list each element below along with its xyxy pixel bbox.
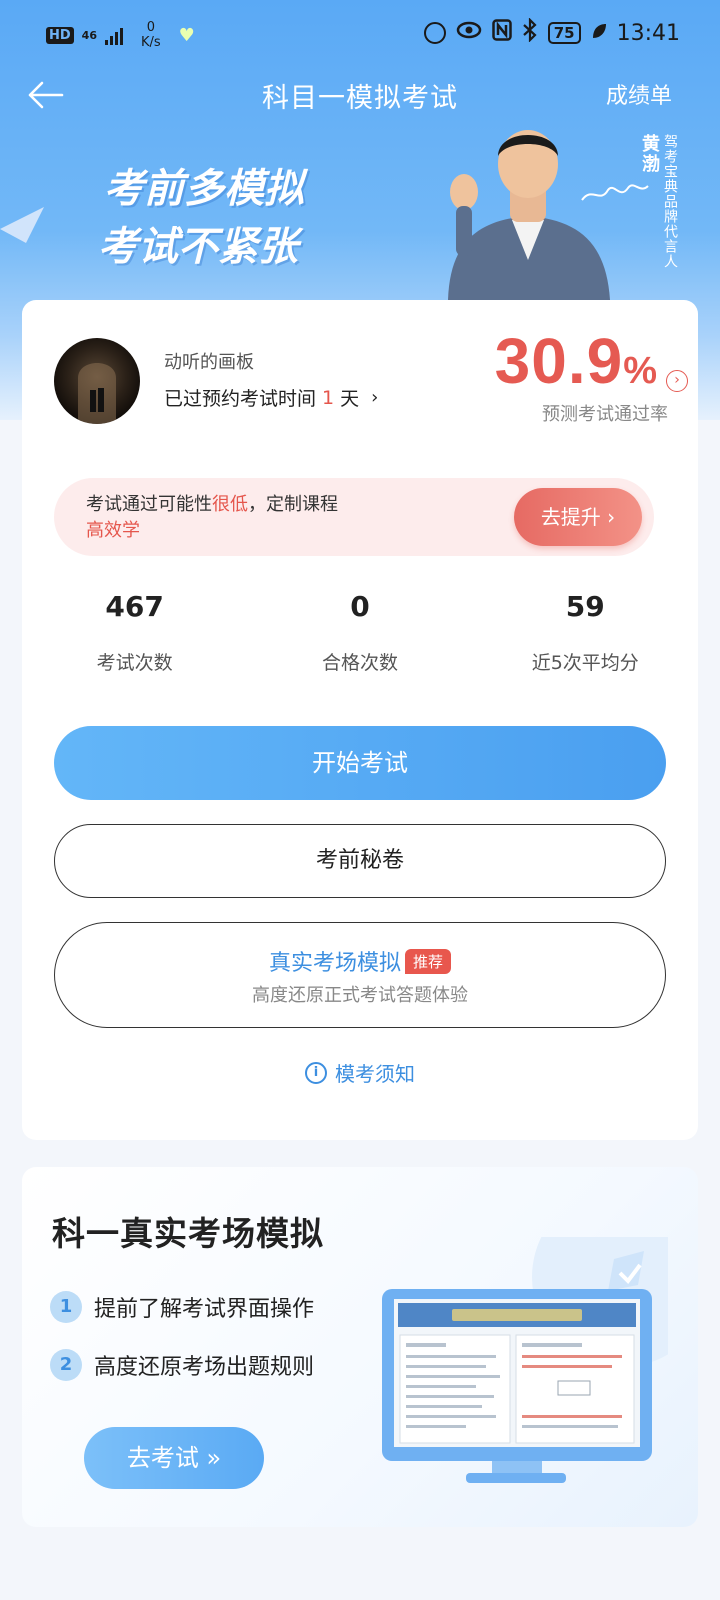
endorser-name: 黄渤 xyxy=(639,134,660,174)
exam-card: 动听的画板 已过预约考试时间 1 天 › 30.9% › 预测考试通过率 考试通… xyxy=(22,300,698,1140)
bluetooth-icon xyxy=(522,17,538,48)
battery-icon: 75 xyxy=(547,22,581,44)
exam-time-days: 1 xyxy=(322,386,335,409)
tip-highlight-efficient: 高效学 xyxy=(86,520,140,541)
chevron-right-icon: › xyxy=(607,505,616,529)
improve-button[interactable]: 去提升 › xyxy=(514,488,642,546)
real-exam-title: 真实考场模拟 xyxy=(268,951,401,976)
exam-notice-label: 模考须知 xyxy=(335,1062,415,1086)
pass-rate-value: 30.9% xyxy=(495,324,658,398)
banner-line-1: 考前多模拟 xyxy=(104,166,304,212)
tip-middle: ，定制课程 xyxy=(248,494,338,515)
go-exam-button[interactable]: 去考试 » xyxy=(84,1427,264,1489)
stat-label: 考试次数 xyxy=(96,652,173,674)
exam-time-prefix: 已过预约考试时间 xyxy=(164,388,317,410)
recommend-badge: 推荐 xyxy=(405,948,452,974)
stat-exam-count: 467 考试次数 xyxy=(22,590,247,675)
eye-icon xyxy=(456,19,482,47)
info-icon: i xyxy=(305,1061,327,1084)
speed-unit: K/s xyxy=(140,35,161,50)
promo-feature-1: 1 提前了解考试界面操作 xyxy=(50,1291,314,1323)
tip-highlight-low: 很低 xyxy=(212,494,248,515)
paper-plane-decoration xyxy=(0,207,44,243)
leaf-icon xyxy=(591,21,607,46)
go-exam-label: 去考试 xyxy=(126,1444,199,1472)
exam-stats: 467 考试次数 0 合格次数 59 近5次平均分 xyxy=(22,590,698,675)
chevron-right-icon: › xyxy=(371,387,379,408)
feature-number: 2 xyxy=(50,1349,82,1381)
user-name: 动听的画板 xyxy=(164,352,254,373)
improve-tip-bar: 考试通过可能性很低，定制课程 高效学 去提升 › xyxy=(54,478,654,556)
real-exam-title-row: 真实考场模拟 推荐 xyxy=(268,945,452,977)
status-bar: HD 46 0 K/s ♥ 75 13:41 xyxy=(0,0,720,70)
network-type: 46 xyxy=(81,28,97,42)
nav-bar: 科目一模拟考试 成绩单 xyxy=(0,70,720,120)
stat-pass-count: 0 合格次数 xyxy=(247,590,472,675)
status-left: HD 46 0 K/s ♥ xyxy=(46,20,195,50)
endorser-signature xyxy=(581,184,649,201)
double-chevron-right-icon: » xyxy=(206,1444,222,1472)
clock-time: 13:41 xyxy=(616,20,680,46)
status-right: 75 13:41 xyxy=(423,17,680,48)
pass-rate-unit: % xyxy=(623,350,658,392)
score-report-link[interactable]: 成绩单 xyxy=(606,78,672,110)
chevron-right-circle-icon[interactable]: › xyxy=(666,370,688,392)
real-exam-simulation-button[interactable]: 真实考场模拟 推荐 高度还原正式考试答题体验 xyxy=(54,922,666,1028)
hd-badge: HD xyxy=(46,26,74,44)
stat-value: 0 xyxy=(350,590,370,623)
nfc-icon xyxy=(491,19,512,47)
start-exam-button[interactable]: 开始考试 xyxy=(54,726,666,800)
feature-text: 高度还原考场出题规则 xyxy=(94,1355,315,1380)
stat-average-score: 59 近5次平均分 xyxy=(473,590,698,675)
pass-rate-number: 30.9 xyxy=(494,325,624,397)
nfc-ring-icon xyxy=(423,22,446,44)
banner-line-2: 考试不紧张 xyxy=(98,224,298,270)
promo-title: 科一真实考场模拟 xyxy=(52,1214,324,1253)
exam-time-status[interactable]: 已过预约考试时间 1 天 › xyxy=(164,384,378,411)
promo-feature-2: 2 高度还原考场出题规则 xyxy=(50,1349,314,1381)
network-speed: 0 K/s xyxy=(141,20,161,50)
computer-monitor-illustration xyxy=(382,1237,668,1483)
tip-prefix: 考试通过可能性 xyxy=(86,494,212,515)
stat-label: 近5次平均分 xyxy=(531,652,639,674)
exam-notice-link[interactable]: i 模考须知 xyxy=(22,1058,698,1087)
heart-icon: ♥ xyxy=(178,24,195,46)
banner-slogan: 考前多模拟 考试不紧张 xyxy=(98,160,304,276)
improve-button-label: 去提升 xyxy=(540,505,601,529)
real-exam-subtitle: 高度还原正式考试答题体验 xyxy=(252,985,468,1006)
exam-time-suffix: 天 xyxy=(340,388,360,410)
speed-value: 0 xyxy=(146,20,155,35)
real-exam-promo-card: 科一真实考场模拟 1 提前了解考试界面操作 2 高度还原考场出题规则 去考试 » xyxy=(22,1167,698,1527)
stat-value: 467 xyxy=(105,590,164,623)
secret-paper-button[interactable]: 考前秘卷 xyxy=(54,824,666,898)
feature-number: 1 xyxy=(50,1291,82,1323)
endorser-photo xyxy=(448,130,610,300)
tip-text: 考试通过可能性很低，定制课程 高效学 xyxy=(86,492,386,544)
stat-value: 59 xyxy=(565,590,605,623)
endorser-title: 驾考宝典品牌代言人 xyxy=(662,134,678,269)
signal-icon xyxy=(104,25,123,45)
feature-text: 提前了解考试界面操作 xyxy=(94,1297,315,1322)
stat-label: 合格次数 xyxy=(321,652,398,674)
avatar[interactable] xyxy=(54,338,140,424)
pass-rate-label: 预测考试通过率 xyxy=(542,404,668,425)
